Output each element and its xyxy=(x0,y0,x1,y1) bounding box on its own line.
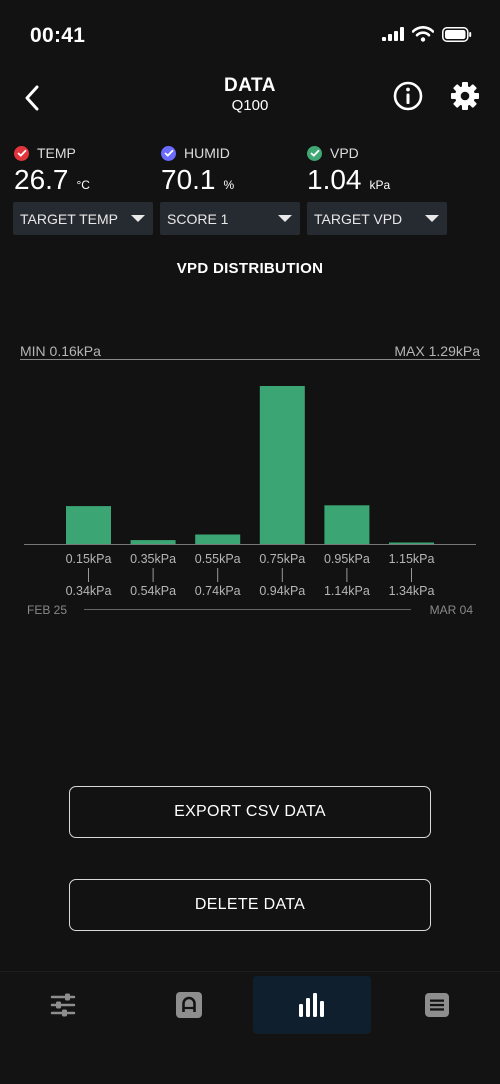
dropdown-value: TARGET VPD xyxy=(314,210,403,227)
cellular-signal-icon xyxy=(382,27,404,41)
metric-unit: °C xyxy=(76,178,90,192)
max-label: MAX 1.29kPa xyxy=(394,343,480,359)
tick-label-high: 0.74kPa xyxy=(195,584,241,598)
target-temp-dropdown[interactable]: TARGET TEMP xyxy=(13,202,153,235)
check-icon xyxy=(307,145,322,161)
tab-device[interactable] xyxy=(130,976,248,1034)
list-icon xyxy=(425,993,449,1017)
page-title: DATA xyxy=(224,75,276,96)
dropdown-value: SCORE 1 xyxy=(167,210,229,227)
metric-temp: TEMP 26.7 °C xyxy=(14,144,154,196)
tick-label-high: 0.54kPa xyxy=(130,584,176,598)
metric-unit: kPa xyxy=(369,178,391,192)
tab-data[interactable] xyxy=(253,976,371,1034)
sliders-icon xyxy=(50,993,76,1017)
metric-label: HUMID xyxy=(184,145,230,161)
device-name: Q100 xyxy=(231,97,269,114)
header: DATA Q100 xyxy=(0,70,500,126)
date-end: MAR 04 xyxy=(430,603,474,617)
tab-list[interactable] xyxy=(378,976,496,1034)
vpd-distribution-chart: MIN 0.16kPa MAX 1.29kPa 0.15kPa0.34kPa0.… xyxy=(20,343,480,617)
metric-label: TEMP xyxy=(37,145,76,161)
status-time: 00:41 xyxy=(30,24,86,47)
chart-title: VPD DISTRIBUTION xyxy=(176,260,324,277)
histogram-bar xyxy=(389,542,434,544)
wifi-icon xyxy=(412,26,434,42)
tick-label-low: 0.95kPa xyxy=(324,552,370,566)
tick-label-low: 0.55kPa xyxy=(195,552,241,566)
histogram-bar xyxy=(66,506,111,544)
tick-label-high: 0.34kPa xyxy=(66,584,112,598)
tick-label-high: 1.34kPa xyxy=(389,584,435,598)
bottom-tab-bar xyxy=(0,971,500,1084)
status-bar: 00:41 xyxy=(0,0,500,70)
export-csv-button[interactable]: EXPORT CSV DATA xyxy=(69,786,431,838)
tick-label-low: 1.15kPa xyxy=(389,552,435,566)
info-icon xyxy=(393,81,423,111)
metric-label: VPD xyxy=(330,145,359,161)
caret-down-icon xyxy=(131,215,145,222)
histogram-bar xyxy=(195,534,241,544)
histogram-bar xyxy=(324,505,370,544)
tick-label-low: 0.35kPa xyxy=(130,552,176,566)
metric-humid: HUMID 70.1 % xyxy=(161,144,301,196)
tick-labels: 0.15kPa 0.34kPa 0.35kPa 0.54kPa 0.55kPa 0.74k… xyxy=(66,552,435,598)
caret-down-icon xyxy=(278,215,292,222)
battery-icon xyxy=(442,26,472,42)
device-icon xyxy=(176,992,202,1018)
tick-label-high: 1.14kPa xyxy=(324,584,370,598)
delete-data-button[interactable]: DELETE DATA xyxy=(69,879,431,931)
histogram-bar xyxy=(259,386,305,544)
metric-value: 1.04 xyxy=(307,164,362,195)
histogram-bar xyxy=(130,540,176,545)
tick-label-low: 0.75kPa xyxy=(259,552,305,566)
bar-chart-icon xyxy=(299,993,324,1017)
caret-down-icon xyxy=(425,215,439,222)
check-icon xyxy=(14,145,29,161)
tab-controls[interactable] xyxy=(4,976,122,1034)
settings-button[interactable] xyxy=(448,79,482,113)
bars xyxy=(66,386,434,545)
metric-value: 70.1 xyxy=(161,164,216,195)
min-label: MIN 0.16kPa xyxy=(20,343,101,359)
check-icon xyxy=(161,145,176,161)
dropdown-value: TARGET TEMP xyxy=(20,210,119,227)
metric-value: 26.7 xyxy=(14,164,69,195)
gear-icon xyxy=(451,82,479,110)
info-button[interactable] xyxy=(391,79,425,113)
score-dropdown[interactable]: SCORE 1 xyxy=(160,202,300,235)
status-icons xyxy=(382,26,472,42)
tick-label-high: 0.94kPa xyxy=(259,584,305,598)
target-vpd-dropdown[interactable]: TARGET VPD xyxy=(307,202,447,235)
date-start: FEB 25 xyxy=(27,603,67,617)
tick-label-low: 0.15kPa xyxy=(66,552,112,566)
metric-unit: % xyxy=(223,178,235,192)
metric-vpd: VPD 1.04 kPa xyxy=(307,144,447,196)
